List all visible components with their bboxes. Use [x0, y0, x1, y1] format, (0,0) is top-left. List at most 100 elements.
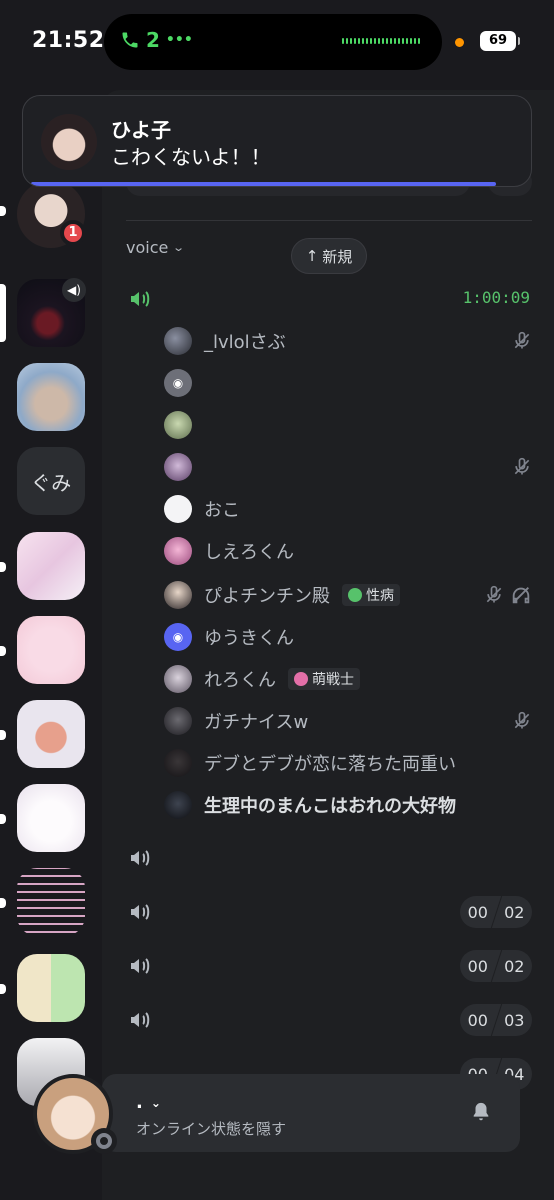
server-icon-bunny[interactable] [17, 784, 85, 852]
member-name: 生理中のまんこはおれの大好物 [204, 796, 456, 817]
message-notification[interactable]: ひよ子 こわくないよ！！ [22, 95, 532, 187]
voice-member[interactable]: おこ [164, 494, 240, 524]
phone-icon [122, 32, 138, 48]
status-invisible-icon [91, 1128, 117, 1154]
voice-member[interactable]: ◉ [164, 368, 204, 398]
member-name: ぴよチンチン殿 [204, 586, 330, 607]
counter-current: 00 [467, 956, 488, 976]
server-icon-bear[interactable] [17, 700, 85, 768]
unread-pill [0, 206, 6, 216]
unread-pill [0, 562, 6, 572]
mushroom-icon [348, 588, 362, 602]
avatar [164, 495, 192, 523]
avatar [164, 707, 192, 735]
user-display-name[interactable]: . ⌄ [136, 1092, 161, 1113]
chevron-down-icon: ⌄ [172, 241, 186, 254]
unread-pill [0, 730, 6, 740]
server-icon-glitch[interactable] [17, 868, 85, 936]
voice-member[interactable]: ぴよチンチン殿 性病 [164, 580, 400, 610]
divider [126, 220, 532, 221]
voice-member[interactable] [164, 410, 204, 440]
counter-current: 00 [467, 902, 488, 922]
new-messages-pill[interactable]: ↑ 新規 [291, 238, 367, 274]
voice-channel-icon[interactable] [128, 900, 152, 924]
server-icon-sheep[interactable] [17, 616, 85, 684]
voice-member[interactable] [164, 452, 204, 482]
role-label: 萌戦士 [312, 672, 354, 688]
audio-waveform-icon [342, 38, 420, 44]
member-name: れろくん [204, 670, 276, 691]
status-bar: 21:52 2 ••• 69 [0, 0, 554, 90]
counter-current: 00 [467, 1010, 488, 1030]
selected-pill [0, 284, 6, 342]
member-name: ガチナイスw [204, 712, 309, 733]
member-name: デブとデブが恋に落ちた両重い [204, 754, 456, 775]
user-name: . [136, 1092, 143, 1113]
role-label: 性病 [366, 588, 394, 604]
discord-default-avatar: ◉ [164, 369, 192, 397]
server-icon-cat[interactable] [17, 363, 85, 431]
notification-message: こわくないよ！！ [111, 145, 271, 169]
role-tag: 萌戦士 [288, 668, 360, 690]
flame-icon [294, 672, 308, 686]
voice-channel-icon[interactable] [128, 846, 152, 870]
dynamic-island[interactable]: 2 ••• [104, 14, 442, 70]
mic-muted-icon [514, 457, 530, 475]
unread-pill [0, 898, 6, 908]
mic-muted-icon [486, 585, 502, 603]
discord-default-avatar: ◉ [164, 623, 192, 651]
server-icon-duo[interactable] [17, 954, 85, 1022]
member-name: ゆうきくん [204, 628, 294, 649]
voice-member[interactable]: ◉ ゆうきくん [164, 622, 294, 652]
bell-icon[interactable] [470, 1100, 492, 1124]
avatar [164, 411, 192, 439]
avatar [164, 327, 192, 355]
mic-in-use-indicator [455, 38, 464, 47]
voice-member[interactable]: しえろくん [164, 536, 294, 566]
sender-avatar [41, 114, 97, 170]
voice-channel-icon[interactable] [128, 954, 152, 978]
speaker-icon: ◀) [62, 278, 86, 302]
role-tag: 性病 [342, 584, 400, 606]
mic-muted-icon [514, 711, 530, 729]
call-count: 2 [146, 28, 160, 52]
voice-member[interactable]: 生理中のまんこはおれの大好物 [164, 790, 456, 820]
counter-limit: 03 [504, 1010, 525, 1030]
avatar [164, 453, 192, 481]
avatar [164, 665, 192, 693]
unread-pill [0, 814, 6, 824]
voice-member[interactable]: デブとデブが恋に落ちた両重い [164, 748, 456, 778]
server-icon-pink-1[interactable] [17, 532, 85, 600]
notification-progress [31, 182, 496, 186]
mic-muted-icon [514, 331, 530, 349]
chevron-down-icon: ⌄ [150, 1095, 161, 1110]
counter-limit: 02 [504, 956, 525, 976]
mention-badge: 1 [60, 220, 86, 246]
call-timer: 1:00:09 [462, 288, 530, 307]
headphones-deafened-icon [512, 587, 530, 604]
voice-member[interactable]: _lvlolさぶ [164, 326, 286, 356]
ellipsis-icon: ••• [165, 32, 193, 48]
avatar [164, 537, 192, 565]
voice-member[interactable]: れろくん 萌戦士 [164, 664, 360, 694]
active-call-indicator[interactable]: 2 ••• [120, 28, 193, 52]
notification-sender: ひよ子 [111, 118, 171, 142]
counter-limit: 02 [504, 902, 525, 922]
channel-user-counter: 00 03 [460, 1004, 532, 1036]
clock: 21:52 [32, 28, 105, 53]
category-voice[interactable]: voice ⌄ [126, 238, 186, 257]
server-icon-gumi[interactable]: ぐみ [17, 447, 85, 515]
voice-member[interactable]: ガチナイスw [164, 706, 308, 736]
user-panel[interactable] [102, 1074, 520, 1152]
member-name: _lvlolさぶ [204, 332, 286, 353]
voice-channel-icon[interactable] [128, 1008, 152, 1032]
battery-indicator: 69 [480, 31, 520, 51]
avatar [164, 581, 192, 609]
arrow-up-icon: ↑ [305, 247, 319, 265]
voice-channel-icon-active[interactable] [128, 287, 152, 311]
new-label: 新規 [322, 247, 353, 266]
category-label: voice [126, 238, 169, 257]
user-status-text: オンライン状態を隠す [136, 1120, 287, 1138]
member-name: しえろくん [204, 542, 294, 563]
channel-user-counter: 00 02 [460, 950, 532, 982]
